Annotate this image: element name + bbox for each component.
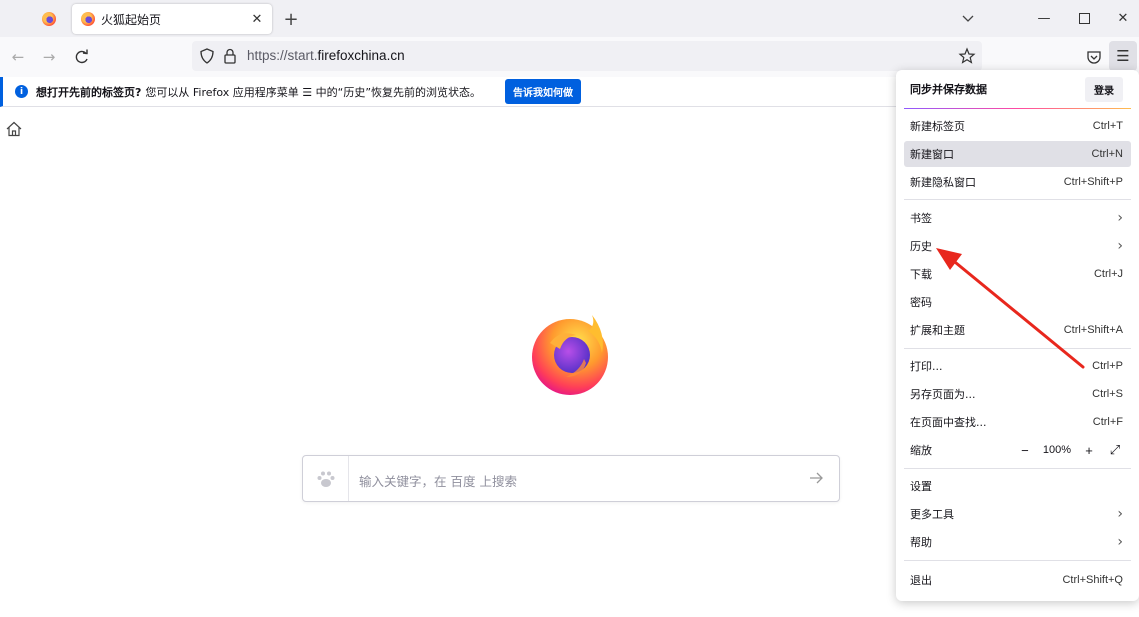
menu-item-find-in-page[interactable]: 在页面中查找... Ctrl+F xyxy=(904,409,1131,435)
sign-in-button[interactable]: 登录 xyxy=(1085,76,1123,102)
pinned-tab[interactable] xyxy=(34,7,64,31)
zoom-in-button[interactable]: + xyxy=(1081,442,1097,458)
notification-title: 想打开先前的标签页? xyxy=(36,85,142,99)
app-menu: 同步并保存数据 登录 新建标签页 Ctrl+T 新建窗口 Ctrl+N 新建隐私… xyxy=(896,70,1139,601)
minimize-icon[interactable]: — xyxy=(1029,6,1059,30)
maximize-icon[interactable] xyxy=(1069,6,1099,30)
pocket-icon[interactable] xyxy=(1083,46,1105,68)
zoom-controls: − 100% + ⤢ xyxy=(1017,442,1123,458)
forward-arrow-icon[interactable]: → xyxy=(38,46,60,68)
menu-item-help[interactable]: 帮助 › xyxy=(904,529,1131,555)
reload-icon[interactable] xyxy=(71,46,93,68)
menu-item-new-tab[interactable]: 新建标签页 Ctrl+T xyxy=(904,113,1131,139)
firefox-favicon-icon xyxy=(81,12,95,26)
shield-icon[interactable] xyxy=(198,47,216,65)
chevron-down-icon[interactable] xyxy=(957,9,979,29)
zoom-level[interactable]: 100% xyxy=(1043,444,1071,456)
chevron-right-icon: › xyxy=(1117,506,1123,522)
menu-separator xyxy=(904,199,1131,200)
sync-title: 同步并保存数据 xyxy=(910,83,987,96)
menu-item-print[interactable]: 打印... Ctrl+P xyxy=(904,353,1131,379)
menu-item-passwords[interactable]: 密码 xyxy=(904,289,1131,315)
tab-active[interactable]: 火狐起始页 ✕ xyxy=(72,4,272,34)
firefox-logo-icon xyxy=(532,315,608,395)
menu-item-downloads[interactable]: 下载 Ctrl+J xyxy=(904,261,1131,287)
menu-separator xyxy=(904,348,1131,349)
tab-title: 火狐起始页 xyxy=(101,12,162,27)
menu-item-zoom: 缩放 − 100% + ⤢ xyxy=(904,437,1131,463)
session-restore-notification: i 想打开先前的标签页? 您可以从 Firefox 应用程序菜单 ☰ 中的“历史… xyxy=(0,77,896,107)
accent-divider xyxy=(904,108,1131,109)
sync-header: 同步并保存数据 登录 xyxy=(896,70,1139,108)
url-text[interactable]: https://start.firefoxchina.cn xyxy=(247,48,405,63)
search-input[interactable]: 输入关键字，在 百度 上搜索 xyxy=(359,471,517,490)
menu-item-addons[interactable]: 扩展和主题 Ctrl+Shift+A xyxy=(904,317,1131,343)
home-icon[interactable] xyxy=(4,119,24,139)
notification-text: 您可以从 Firefox 应用程序菜单 ☰ 中的“历史”恢复先前的浏览状态。 xyxy=(145,85,482,99)
hamburger-menu-icon[interactable]: ☰ xyxy=(1109,41,1137,71)
chevron-right-icon: › xyxy=(1117,210,1123,226)
chevron-right-icon: › xyxy=(1117,534,1123,550)
search-divider xyxy=(348,456,349,501)
bookmark-star-icon[interactable] xyxy=(958,47,976,65)
menu-separator xyxy=(904,468,1131,469)
window-close-icon[interactable]: ✕ xyxy=(1108,6,1138,30)
back-arrow-icon[interactable]: ← xyxy=(7,46,29,68)
lock-icon[interactable] xyxy=(221,47,239,65)
menu-item-bookmarks[interactable]: 书签 › xyxy=(904,205,1131,231)
menu-item-settings[interactable]: 设置 xyxy=(904,473,1131,499)
arrow-right-icon[interactable] xyxy=(807,469,825,487)
menu-item-new-private-window[interactable]: 新建隐私窗口 Ctrl+Shift+P xyxy=(904,169,1131,195)
baidu-paw-icon[interactable] xyxy=(315,469,337,489)
zoom-out-button[interactable]: − xyxy=(1017,442,1033,458)
menu-separator xyxy=(904,560,1131,561)
tab-strip: 火狐起始页 ✕ + — ✕ xyxy=(0,0,1139,37)
url-bar[interactable]: https://start.firefoxchina.cn xyxy=(192,41,982,71)
tell-me-how-button[interactable]: 告诉我如何做 xyxy=(505,79,582,104)
fullscreen-icon[interactable]: ⤢ xyxy=(1107,442,1123,458)
menu-item-save-page[interactable]: 另存页面为... Ctrl+S xyxy=(904,381,1131,407)
info-icon: i xyxy=(15,85,28,98)
chevron-right-icon: › xyxy=(1117,238,1123,254)
menu-item-more-tools[interactable]: 更多工具 › xyxy=(904,501,1131,527)
search-box[interactable]: 输入关键字，在 百度 上搜索 xyxy=(302,455,840,502)
firefox-favicon-icon xyxy=(42,12,56,26)
menu-item-new-window[interactable]: 新建窗口 Ctrl+N xyxy=(904,141,1131,167)
close-icon[interactable]: ✕ xyxy=(246,8,268,30)
new-tab-plus-icon[interactable]: + xyxy=(280,8,302,30)
menu-item-history[interactable]: 历史 › xyxy=(904,233,1131,259)
menu-item-exit[interactable]: 退出 Ctrl+Shift+Q xyxy=(904,567,1131,593)
